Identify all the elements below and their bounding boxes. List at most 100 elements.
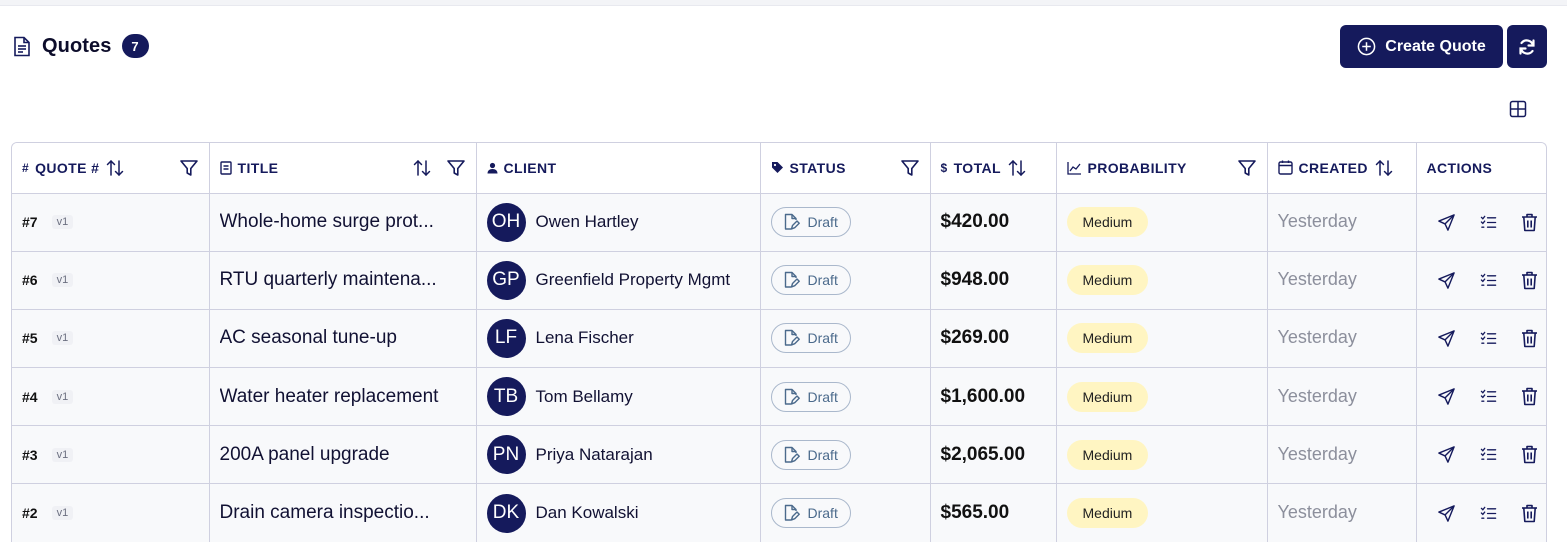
sort-icon[interactable] — [105, 158, 125, 178]
column-client-label: CLIENT — [503, 159, 557, 176]
checklist-icon[interactable] — [1480, 388, 1497, 405]
create-quote-button[interactable]: Create Quote — [1340, 25, 1503, 68]
trash-icon[interactable] — [1521, 329, 1538, 348]
trash-icon[interactable] — [1521, 387, 1538, 406]
quote-title[interactable]: 200A panel upgrade — [220, 444, 466, 466]
status-label: Draft — [807, 330, 838, 347]
client-cell: TB Tom Bellamy — [476, 367, 761, 427]
filter-icon[interactable] — [900, 158, 920, 178]
probability-cell: Medium — [1056, 309, 1268, 369]
client-cell: OH Owen Hartley — [476, 193, 761, 252]
client-name[interactable]: Owen Hartley — [536, 212, 639, 232]
version-badge: v1 — [51, 331, 74, 346]
draft-icon — [782, 271, 800, 289]
created-cell: Yesterday — [1267, 425, 1417, 485]
created-cell: Yesterday — [1267, 309, 1417, 369]
status-cell: Draft — [760, 367, 931, 427]
probability-badge: Medium — [1066, 207, 1149, 238]
filter-icon[interactable] — [179, 158, 199, 178]
status-badge[interactable]: Draft — [770, 498, 851, 529]
client-name[interactable]: Greenfield Property Mgmt — [536, 270, 731, 290]
client-cell: GP Greenfield Property Mgmt — [476, 251, 761, 310]
table-row[interactable]: #7 v1 Whole-home surge prot... OH Owen H… — [12, 193, 1546, 252]
sort-icon[interactable] — [1007, 158, 1027, 178]
column-total-label: TOTAL — [953, 159, 1001, 176]
quote-total: $269.00 — [940, 327, 1010, 349]
quote-title[interactable]: AC seasonal tune-up — [220, 327, 466, 349]
send-icon[interactable] — [1437, 445, 1456, 464]
created-date: Yesterday — [1277, 211, 1357, 232]
table-row[interactable]: #4 v1 Water heater replacement TB Tom Be… — [12, 367, 1546, 427]
quote-title[interactable]: RTU quarterly maintena... — [220, 269, 466, 291]
refresh-button[interactable] — [1507, 25, 1547, 68]
trash-icon[interactable] — [1521, 213, 1538, 232]
checklist-icon[interactable] — [1480, 272, 1497, 289]
table-row[interactable]: #5 v1 AC seasonal tune-up LF Lena Fische… — [12, 309, 1546, 369]
page-header: Quotes 7 — [12, 34, 149, 58]
client-name[interactable]: Lena Fischer — [536, 328, 634, 348]
quote-number-cell: #3 v1 — [12, 425, 210, 485]
actions-cell — [1416, 251, 1546, 310]
client-cell: DK Dan Kowalski — [476, 483, 761, 542]
checklist-icon[interactable] — [1480, 330, 1497, 347]
quote-number-cell: #2 v1 — [12, 483, 210, 542]
status-badge[interactable]: Draft — [770, 323, 851, 354]
status-badge[interactable]: Draft — [770, 207, 851, 238]
table-row[interactable]: #3 v1 200A panel upgrade PN Priya Natara… — [12, 425, 1546, 485]
column-client: CLIENT — [476, 143, 761, 194]
avatar: GP — [486, 260, 526, 300]
draft-icon — [782, 504, 800, 522]
status-badge[interactable]: Draft — [770, 265, 851, 296]
quote-number-cell: #5 v1 — [12, 309, 210, 369]
send-icon[interactable] — [1437, 271, 1456, 290]
total-cell: $2,065.00 — [930, 425, 1057, 485]
checklist-icon[interactable] — [1480, 446, 1497, 463]
created-cell: Yesterday — [1267, 251, 1417, 310]
quote-number: #2 — [22, 505, 38, 522]
document-icon — [219, 161, 232, 175]
sort-icon[interactable] — [1374, 158, 1394, 178]
filter-icon[interactable] — [446, 158, 466, 178]
table-header-row: # QUOTE # TITLE CLIENT STATUS $ TOTAL PR… — [12, 143, 1546, 194]
quote-title[interactable]: Water heater replacement — [220, 386, 466, 408]
column-actions: ACTIONS — [1416, 143, 1546, 194]
send-icon[interactable] — [1437, 213, 1456, 232]
trash-icon[interactable] — [1521, 504, 1538, 523]
draft-icon — [782, 446, 800, 464]
status-badge[interactable]: Draft — [770, 439, 851, 470]
page-title: Quotes — [42, 34, 112, 57]
client-name[interactable]: Priya Natarajan — [536, 445, 653, 465]
trash-icon[interactable] — [1521, 271, 1538, 290]
title-cell: Drain camera inspectio... — [209, 483, 477, 542]
quote-title[interactable]: Whole-home surge prot... — [220, 211, 466, 233]
total-cell: $1,600.00 — [930, 367, 1057, 427]
client-name[interactable]: Dan Kowalski — [536, 503, 639, 523]
actions-cell — [1416, 193, 1546, 252]
quote-number: #4 — [22, 388, 38, 405]
trash-icon[interactable] — [1521, 445, 1538, 464]
send-icon[interactable] — [1437, 387, 1456, 406]
quote-title[interactable]: Drain camera inspectio... — [220, 502, 466, 524]
checklist-icon[interactable] — [1480, 214, 1497, 231]
column-status-label: STATUS — [789, 159, 846, 176]
avatar: TB — [486, 377, 526, 417]
probability-badge: Medium — [1066, 498, 1149, 529]
version-badge: v1 — [51, 447, 74, 462]
filter-icon[interactable] — [1237, 158, 1257, 178]
client-name[interactable]: Tom Bellamy — [536, 387, 633, 407]
column-quote-number: # QUOTE # — [12, 143, 210, 194]
send-icon[interactable] — [1437, 329, 1456, 348]
status-cell: Draft — [760, 193, 931, 252]
actions-cell — [1416, 309, 1546, 369]
checklist-icon[interactable] — [1480, 505, 1497, 522]
sort-icon[interactable] — [412, 158, 432, 178]
status-badge[interactable]: Draft — [770, 381, 851, 412]
send-icon[interactable] — [1437, 504, 1456, 523]
quote-total: $565.00 — [940, 502, 1010, 524]
total-cell: $565.00 — [930, 483, 1057, 542]
column-settings-button[interactable] — [1508, 99, 1528, 119]
table-row[interactable]: #6 v1 RTU quarterly maintena... GP Green… — [12, 251, 1546, 310]
title-cell: Whole-home surge prot... — [209, 193, 477, 252]
table-row[interactable]: #2 v1 Drain camera inspectio... DK Dan K… — [12, 483, 1546, 542]
total-cell: $269.00 — [930, 309, 1057, 369]
